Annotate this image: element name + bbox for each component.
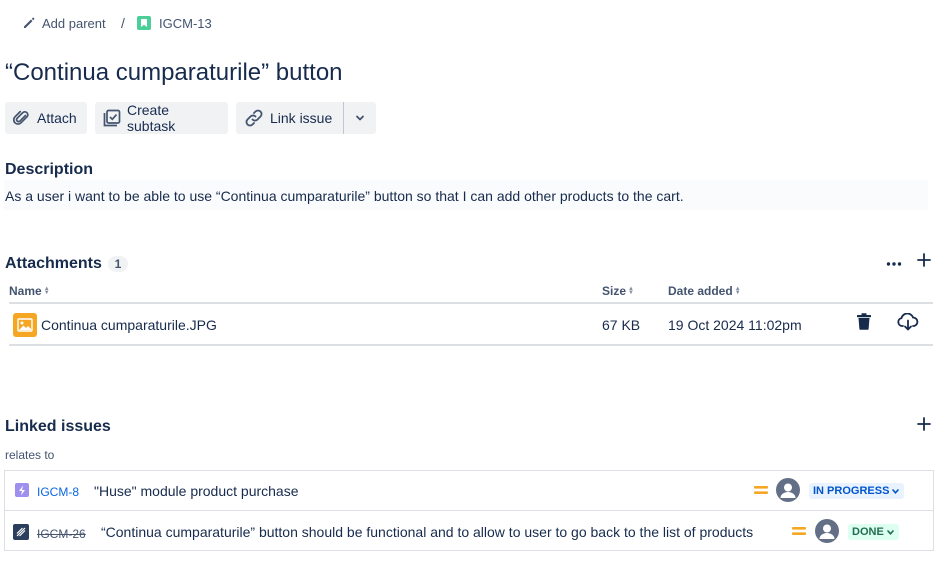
breadcrumb-separator: / — [121, 15, 125, 31]
sort-icon: ▲ ▼ — [628, 286, 634, 296]
linked-issue-row[interactable]: IGCM-8 "Huse" module product purchase IN… — [4, 470, 934, 511]
sort-icon: ▲ ▼ — [734, 286, 741, 296]
linked-issue-summary[interactable]: "Huse" module product purchase — [94, 483, 299, 499]
attachment-date: 19 Oct 2024 11:02pm — [668, 317, 802, 333]
add-attachment-button[interactable] — [915, 252, 933, 272]
chevron-down-icon — [886, 529, 894, 535]
attachments-title: Attachments — [5, 255, 102, 272]
attachment-name-link[interactable]: Continua cumparaturile.JPG — [41, 317, 217, 333]
image-file-icon — [13, 313, 37, 337]
epic-icon — [15, 483, 29, 497]
trash-icon — [856, 313, 872, 335]
attachment-size: 67 KB — [602, 317, 641, 333]
status-badge[interactable]: DONE — [848, 524, 899, 540]
test-issue-icon — [13, 524, 29, 540]
linked-issue-key[interactable]: IGCM-8 — [37, 485, 79, 499]
linked-issues-heading: Linked issues — [5, 418, 111, 435]
attach-button[interactable]: Attach — [5, 102, 87, 134]
description-heading: Description — [5, 161, 94, 178]
more-horizontal-icon — [886, 253, 902, 271]
status-badge[interactable]: IN PROGRESS — [809, 483, 905, 499]
more-actions-dropdown[interactable] — [344, 102, 376, 134]
relation-label: relates to — [5, 448, 55, 462]
create-subtask-button[interactable]: Create subtask — [95, 102, 228, 134]
cloud-download-icon — [897, 312, 919, 336]
chevron-down-icon — [354, 112, 366, 124]
column-header-size[interactable]: Size ▲ ▼ — [602, 284, 634, 298]
avatar[interactable] — [815, 519, 839, 543]
sort-icon: ▲ ▼ — [43, 286, 50, 296]
download-attachment-button[interactable] — [896, 312, 920, 336]
attachments-more-button[interactable] — [884, 253, 904, 271]
pencil-icon — [22, 16, 36, 30]
linked-issue-summary[interactable]: “Continua cumparaturile” button should b… — [101, 524, 753, 540]
linked-issue-key[interactable]: IGCM-26 — [37, 527, 86, 541]
linked-issue-row[interactable]: IGCM-26 “Continua cumparaturile” button … — [4, 510, 934, 551]
link-icon — [244, 109, 264, 127]
avatar[interactable] — [776, 478, 800, 502]
chevron-down-icon — [892, 488, 900, 494]
column-header-name[interactable]: Name ▲ ▼ — [9, 284, 50, 298]
description-text: As a user i want to be able to use “Cont… — [5, 188, 684, 204]
subtask-icon — [103, 109, 121, 127]
create-subtask-label: Create subtask — [127, 102, 176, 134]
issue-title[interactable]: “Continua cumparaturile” button — [5, 59, 343, 87]
description-editor[interactable]: As a user i want to be able to use “Cont… — [4, 180, 928, 210]
breadcrumb-issue[interactable]: IGCM-13 — [137, 14, 212, 32]
add-parent-link[interactable]: Add parent — [42, 16, 106, 31]
link-issue-button[interactable]: Link issue — [236, 102, 343, 134]
attachments-count-badge: 1 — [107, 256, 128, 272]
link-issue-label: Link issue — [270, 110, 333, 126]
delete-attachment-button[interactable] — [855, 313, 873, 335]
add-linked-issue-button[interactable] — [915, 416, 933, 436]
attachments-heading: Attachments 1 — [5, 255, 128, 273]
priority-medium-icon — [791, 524, 807, 538]
issue-key-link[interactable]: IGCM-13 — [159, 16, 212, 31]
priority-medium-icon — [753, 483, 769, 497]
column-header-date[interactable]: Date added ▲ ▼ — [668, 284, 741, 298]
paperclip-icon — [13, 109, 31, 127]
table-row: Continua cumparaturile.JPG 67 KB 19 Oct … — [9, 304, 933, 345]
plus-icon — [917, 416, 931, 436]
story-icon — [137, 16, 151, 30]
table-bottom-divider — [9, 344, 933, 346]
attach-label: Attach — [37, 110, 77, 126]
plus-icon — [917, 252, 931, 272]
breadcrumb: Add parent — [22, 14, 106, 32]
